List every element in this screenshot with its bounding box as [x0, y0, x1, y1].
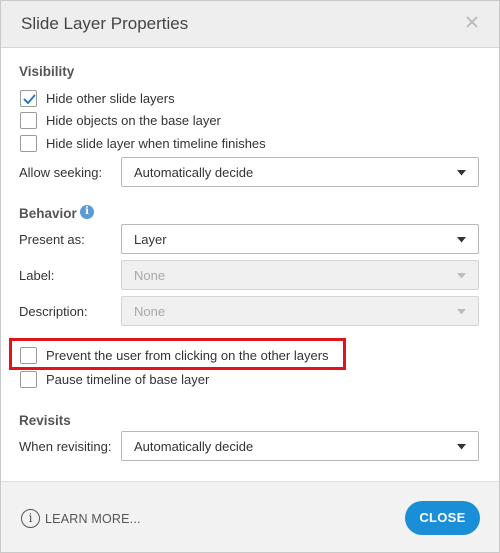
prevent-clicking-option[interactable]: Prevent the user from clicking on the ot…	[20, 346, 329, 364]
prevent-clicking-label: Prevent the user from clicking on the ot…	[46, 347, 329, 363]
behavior-heading: Behavior	[19, 206, 77, 221]
label-select: None	[121, 260, 479, 290]
dropdown-caret-icon	[457, 170, 466, 176]
title-bar: Slide Layer Properties	[1, 1, 499, 48]
hide-when-finishes-label: Hide slide layer when timeline finishes	[46, 135, 266, 151]
dropdown-caret-icon	[457, 309, 466, 315]
present-as-select[interactable]: Layer	[121, 224, 479, 254]
dialog-footer: i LEARN MORE... CLOSE	[1, 481, 499, 552]
description-select: None	[121, 296, 479, 326]
hide-base-objects-option[interactable]: Hide objects on the base layer	[20, 111, 221, 129]
learn-more-link[interactable]: i LEARN MORE...	[21, 509, 141, 528]
when-revisiting-select[interactable]: Automatically decide	[121, 431, 479, 461]
dropdown-caret-icon	[457, 444, 466, 450]
pause-timeline-checkbox[interactable]	[20, 370, 37, 388]
hide-when-finishes-checkbox[interactable]	[20, 134, 37, 152]
hide-base-objects-checkbox[interactable]	[20, 111, 37, 129]
close-x-icon[interactable]	[465, 15, 479, 29]
dialog-title: Slide Layer Properties	[21, 14, 189, 33]
description-value: None	[134, 304, 166, 319]
visibility-heading: Visibility	[19, 64, 75, 79]
allow-seeking-select[interactable]: Automatically decide	[121, 157, 479, 187]
close-button[interactable]: CLOSE	[405, 501, 480, 535]
info-icon[interactable]: i	[80, 205, 94, 219]
hide-other-layers-option[interactable]: Hide other slide layers	[20, 89, 175, 107]
checkmark-icon	[23, 94, 36, 104]
dropdown-caret-icon	[457, 237, 466, 243]
slide-layer-properties-dialog: Slide Layer Properties Visibility Hide o…	[0, 0, 500, 553]
present-as-label: Present as:	[19, 232, 85, 247]
description-field-label: Description:	[19, 304, 88, 319]
allow-seeking-value: Automatically decide	[134, 165, 254, 180]
present-as-value: Layer	[134, 232, 167, 247]
when-revisiting-label: When revisiting:	[19, 439, 112, 454]
when-revisiting-value: Automatically decide	[134, 439, 254, 454]
label-field-label: Label:	[19, 268, 55, 283]
label-value: None	[134, 268, 166, 283]
info-circle-icon: i	[21, 509, 40, 528]
learn-more-label: LEARN MORE...	[45, 511, 141, 526]
hide-base-objects-label: Hide objects on the base layer	[46, 112, 221, 128]
prevent-clicking-checkbox[interactable]	[20, 346, 37, 364]
pause-timeline-option[interactable]: Pause timeline of base layer	[20, 370, 209, 388]
hide-other-layers-checkbox[interactable]	[20, 89, 37, 107]
allow-seeking-label: Allow seeking:	[19, 165, 103, 180]
revisits-heading: Revisits	[19, 413, 71, 428]
pause-timeline-label: Pause timeline of base layer	[46, 371, 210, 387]
hide-when-finishes-option[interactable]: Hide slide layer when timeline finishes	[20, 134, 266, 152]
hide-other-layers-label: Hide other slide layers	[46, 90, 175, 106]
dropdown-caret-icon	[457, 273, 466, 279]
